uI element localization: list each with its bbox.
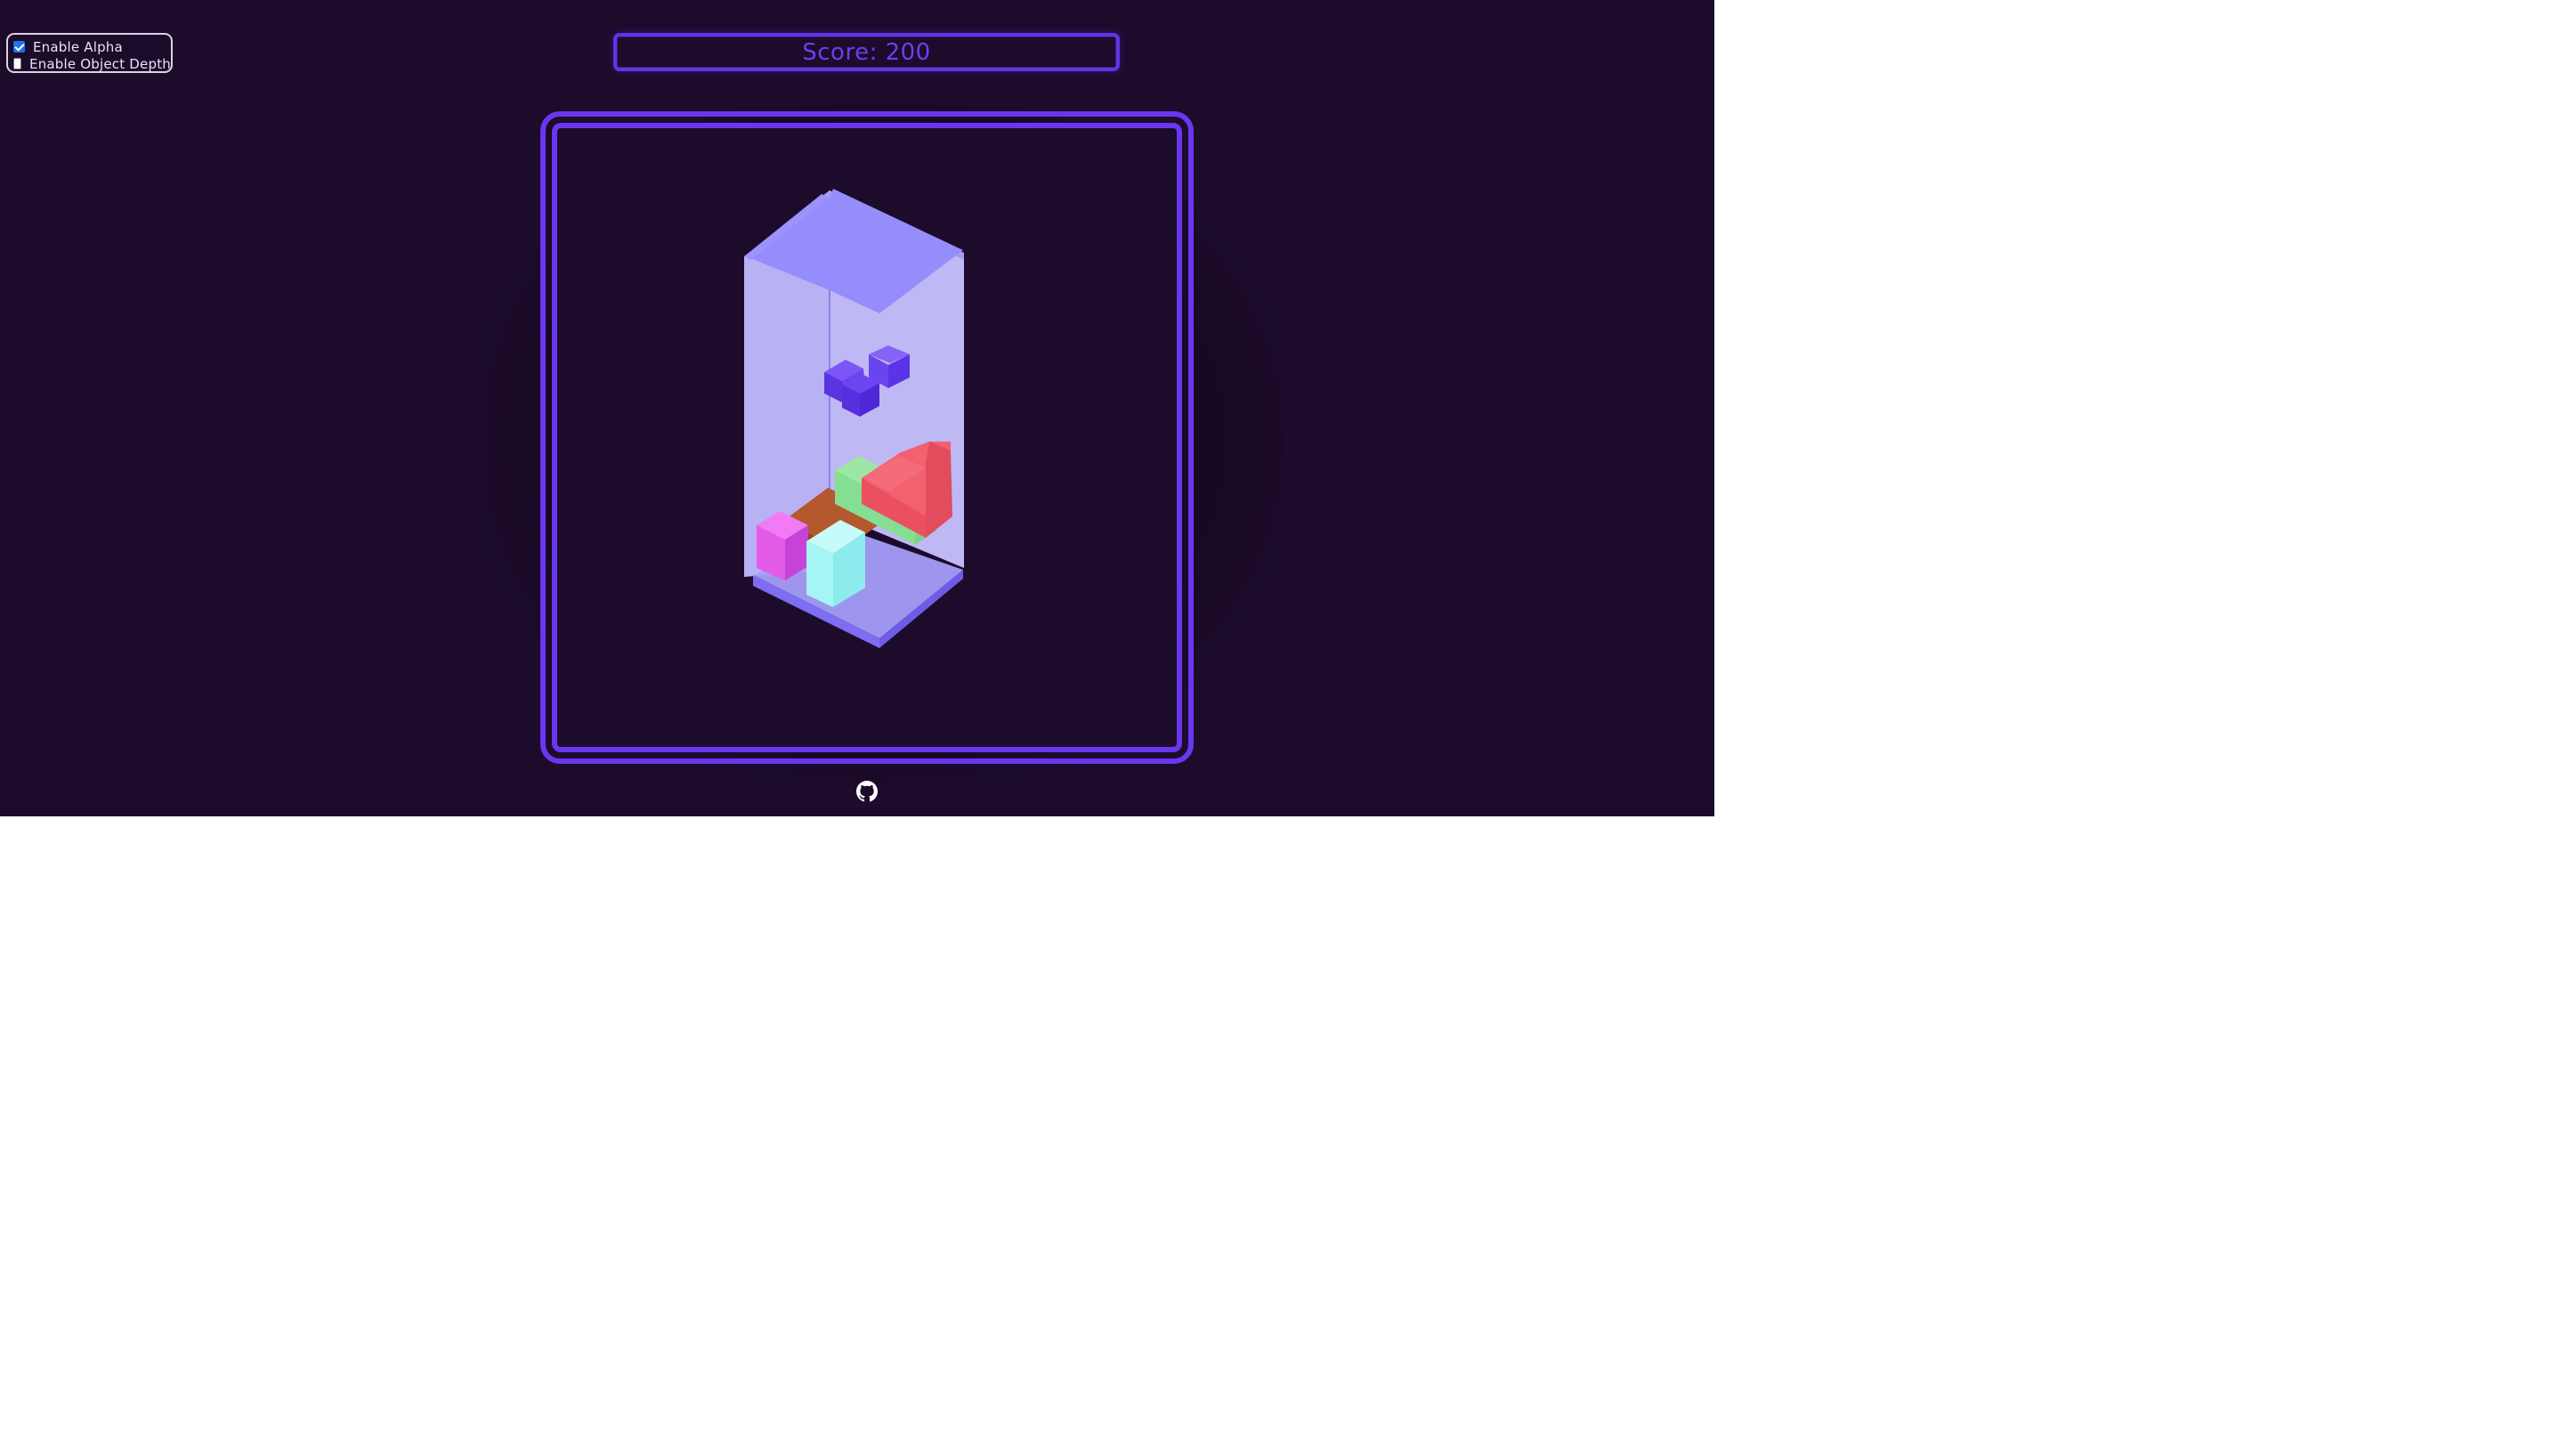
enable-object-depth-checkbox[interactable] xyxy=(13,58,22,69)
enable-alpha-checkbox[interactable] xyxy=(13,41,25,53)
github-icon[interactable] xyxy=(856,781,878,802)
game-canvas[interactable] xyxy=(552,123,1182,752)
score-display: Score: 200 xyxy=(613,33,1120,71)
enable-alpha-option[interactable]: Enable Alpha xyxy=(13,38,171,55)
enable-object-depth-option[interactable]: Enable Object Depth xyxy=(13,55,171,72)
score-text: Score: 200 xyxy=(802,38,931,66)
game-app: Enable Alpha Enable Object Depth Score: … xyxy=(0,0,1714,816)
enable-alpha-label[interactable]: Enable Alpha xyxy=(33,39,123,55)
enable-object-depth-label[interactable]: Enable Object Depth xyxy=(29,56,171,72)
settings-panel: Enable Alpha Enable Object Depth xyxy=(6,33,173,73)
